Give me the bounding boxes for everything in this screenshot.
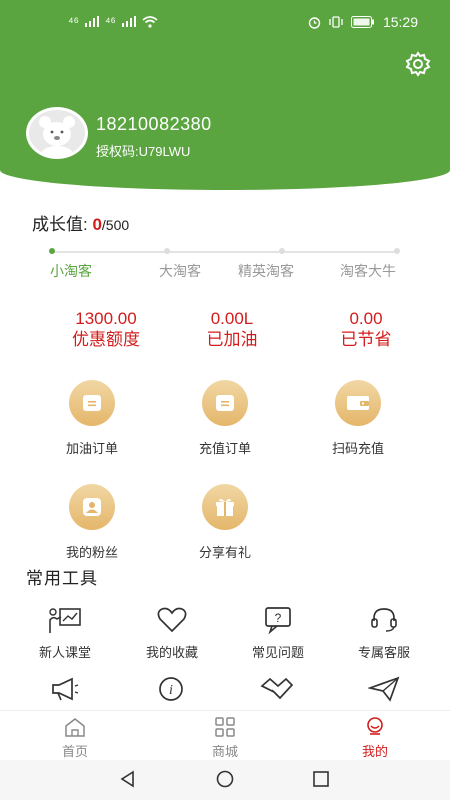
alarm-icon xyxy=(308,16,321,29)
customer-service-button[interactable]: 专属客服 xyxy=(339,606,429,661)
bottom-tab-bar: 首页 商城 我的 xyxy=(0,710,450,760)
growth-max: /500 xyxy=(101,217,130,233)
svg-text:i: i xyxy=(169,683,173,698)
signal-icon xyxy=(84,16,99,27)
growth-label: 成长值: xyxy=(32,215,93,234)
level-label: 精英淘客 xyxy=(238,263,294,279)
teddy-bear-avatar xyxy=(29,110,85,156)
newbie-classroom-label: 新人课堂 xyxy=(38,645,91,660)
profile-header: ⁴⁶ ⁴⁶ 15:29 18210082380 授权码:U79LWU xyxy=(0,0,450,190)
recents-icon[interactable] xyxy=(312,770,330,788)
growth-current: 0 xyxy=(92,215,102,234)
info-icon[interactable]: i xyxy=(156,676,186,702)
wifi-icon xyxy=(142,15,158,28)
tab-home[interactable]: 首页 xyxy=(45,717,105,760)
status-bar: ⁴⁶ ⁴⁶ 15:29 xyxy=(0,8,450,36)
vibrate-icon xyxy=(329,16,343,28)
stat-label: 已节省 xyxy=(340,330,392,349)
tab-mall-label: 商城 xyxy=(211,744,238,759)
grid-icon xyxy=(215,717,235,737)
card-icon xyxy=(69,380,115,426)
phone-number: 18210082380 xyxy=(96,114,212,134)
recharge-orders-label: 充值订单 xyxy=(198,441,251,456)
refuel-orders-button[interactable]: 加油订单 xyxy=(47,380,137,457)
heart-icon xyxy=(157,607,187,633)
level-label: 淘客大牛 xyxy=(340,263,396,279)
headset-icon xyxy=(371,608,397,632)
level-track xyxy=(52,251,398,253)
clock: 15:29 xyxy=(382,14,418,30)
card-icon xyxy=(202,380,248,426)
stat-discount: 1300.00 优惠额度 xyxy=(46,309,166,351)
stat-label: 优惠额度 xyxy=(72,330,140,349)
stat-refueled: 0.00L 已加油 xyxy=(172,309,292,351)
level-dot xyxy=(279,248,285,254)
faq-label: 常见问题 xyxy=(251,645,304,660)
stat-saved: 0.00 已节省 xyxy=(306,309,426,351)
profile-icon xyxy=(367,717,383,735)
tab-mine-label: 我的 xyxy=(361,744,388,759)
signal-icon xyxy=(121,16,136,27)
question-icon: ? xyxy=(265,607,291,634)
handshake-icon[interactable] xyxy=(260,676,294,702)
my-favorites-label: 我的收藏 xyxy=(145,645,198,660)
signal-label-2: ⁴⁶ xyxy=(104,14,116,29)
level-dot xyxy=(49,248,55,254)
classroom-icon xyxy=(49,608,81,633)
share-gift-button[interactable]: 分享有礼 xyxy=(180,484,270,561)
faq-button[interactable]: ? 常见问题 xyxy=(233,606,323,661)
level-dot xyxy=(164,248,170,254)
signal-label-1: ⁴⁶ xyxy=(68,14,79,29)
system-nav-bar xyxy=(0,760,450,800)
user-icon xyxy=(69,484,115,530)
paper-plane-icon[interactable] xyxy=(368,676,400,702)
stat-value: 1300.00 xyxy=(75,309,137,328)
avatar[interactable] xyxy=(26,107,88,159)
my-fans-label: 我的粉丝 xyxy=(65,545,118,560)
tab-home-label: 首页 xyxy=(61,744,88,759)
level-label: 大淘客 xyxy=(159,263,201,279)
tools-section-title: 常用工具 xyxy=(26,569,98,588)
scan-recharge-button[interactable]: 扫码充值 xyxy=(313,380,403,457)
my-favorites-button[interactable]: 我的收藏 xyxy=(127,606,217,661)
level-label: 小淘客 xyxy=(50,263,92,279)
gift-icon xyxy=(202,484,248,530)
level-dot xyxy=(394,248,400,254)
recharge-orders-button[interactable]: 充值订单 xyxy=(180,380,270,457)
stat-label: 已加油 xyxy=(206,330,258,349)
stat-value: 0.00 xyxy=(349,309,383,328)
home-circle-icon[interactable] xyxy=(216,770,234,788)
auth-code: 授权码:U79LWU xyxy=(96,144,191,159)
back-icon[interactable] xyxy=(119,770,137,788)
growth-value: 成长值: 0/500 xyxy=(32,210,129,235)
tab-mine[interactable]: 我的 xyxy=(345,717,405,760)
customer-service-label: 专属客服 xyxy=(357,645,410,660)
refuel-orders-label: 加油订单 xyxy=(65,441,118,456)
gear-icon[interactable] xyxy=(404,50,432,78)
newbie-classroom-button[interactable]: 新人课堂 xyxy=(20,606,110,661)
my-fans-button[interactable]: 我的粉丝 xyxy=(47,484,137,561)
share-gift-label: 分享有礼 xyxy=(198,545,251,560)
scan-recharge-label: 扫码充值 xyxy=(331,441,384,456)
home-icon xyxy=(65,718,85,737)
battery-icon xyxy=(350,16,374,28)
stat-value: 0.00L xyxy=(210,309,254,328)
svg-text:?: ? xyxy=(275,611,282,625)
wallet-icon xyxy=(335,380,381,426)
megaphone-icon[interactable] xyxy=(50,676,80,702)
tab-mall[interactable]: 商城 xyxy=(195,717,255,760)
